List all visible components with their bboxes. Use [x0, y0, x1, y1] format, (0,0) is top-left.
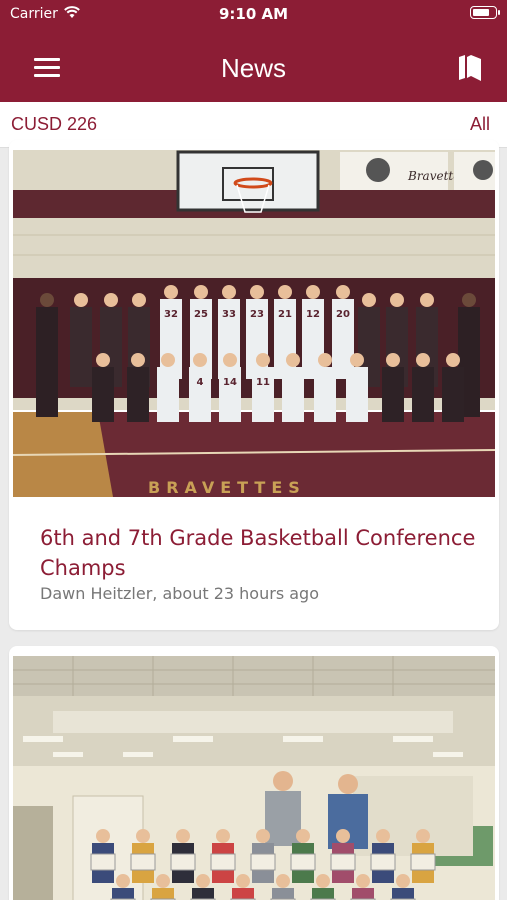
- group-photo-icon: [13, 656, 495, 900]
- byline-separator: ,: [152, 584, 163, 603]
- status-bar: Carrier 9:10 AM: [0, 0, 507, 28]
- news-photo[interactable]: [13, 656, 495, 900]
- clock: 9:10 AM: [218, 5, 289, 23]
- svg-text:4: 4: [197, 377, 204, 388]
- battery-level: [473, 9, 489, 16]
- svg-text:32: 32: [164, 309, 178, 320]
- svg-text:25: 25: [194, 309, 208, 320]
- book-icon[interactable]: [457, 54, 483, 82]
- news-author: Dawn Heitzler: [40, 584, 153, 603]
- svg-text:12: 12: [306, 309, 320, 320]
- svg-text:BRAVETTES: BRAVETTES: [148, 478, 306, 497]
- svg-text:20: 20: [336, 309, 350, 320]
- news-byline: Dawn Heitzler, about 23 hours ago: [40, 584, 319, 603]
- page-title: News: [220, 53, 286, 83]
- svg-text:11: 11: [256, 377, 270, 388]
- svg-text:14: 14: [223, 377, 237, 388]
- app-header: Carrier 9:10 AM News: [0, 0, 507, 102]
- basketball-team-photo: Bravettes BRAVETTES 32 25 33 23 21 12 20 4 14 11: [13, 150, 495, 497]
- news-card[interactable]: [9, 646, 499, 900]
- battery-icon: [470, 6, 500, 19]
- svg-text:21: 21: [278, 309, 292, 320]
- news-title[interactable]: 6th and 7th Grade Basketball Conference …: [40, 523, 480, 583]
- svg-text:23: 23: [250, 309, 264, 320]
- svg-text:33: 33: [222, 309, 236, 320]
- news-photo[interactable]: Bravettes BRAVETTES 32 25 33 23 21 12 20 4 14 11: [13, 150, 495, 497]
- news-card[interactable]: Bravettes BRAVETTES 32 25 33 23 21 12 20 4 14 11…: [9, 140, 499, 630]
- news-time: about 23 hours ago: [162, 584, 319, 603]
- district-selector[interactable]: CUSD 226: [11, 114, 97, 135]
- filter-all-button[interactable]: All: [470, 114, 490, 135]
